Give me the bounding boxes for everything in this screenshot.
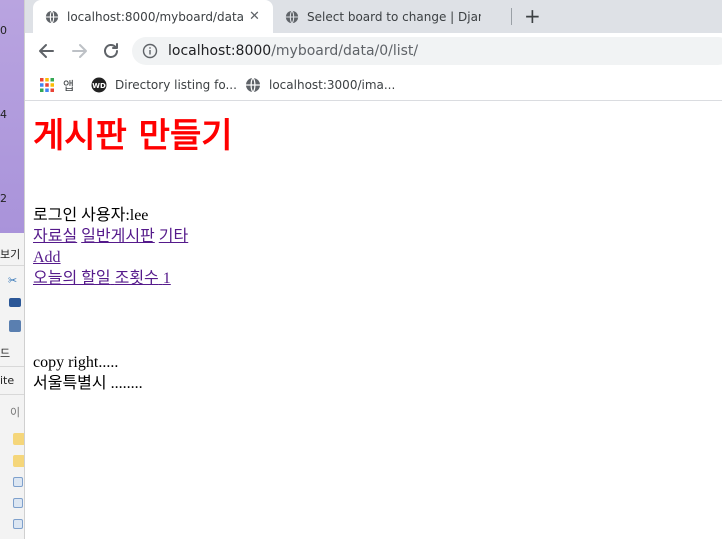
bookmark-label: localhost:3000/ima...	[269, 78, 396, 92]
add-link[interactable]: Add	[33, 249, 61, 266]
browser-toolbar: localhost:8000/myboard/data/0/list/	[25, 33, 722, 69]
footer-address: 서울특별시 ........	[33, 375, 143, 392]
back-arrow-icon[interactable]	[37, 41, 57, 61]
folder-icon[interactable]	[13, 455, 24, 467]
tab-strip: localhost:8000/myboard/data/0/ ✕ Select …	[25, 0, 722, 33]
divider	[0, 366, 24, 367]
bookmark-label: Directory listing fo...	[115, 78, 237, 92]
bookmarks-bar: 앱 WD Directory listing fo... localhost:3…	[25, 69, 722, 101]
post-views-label: 조횟수	[114, 270, 159, 287]
svg-text:WD: WD	[92, 82, 106, 90]
post-link[interactable]: 오늘의 할일 조횟수 1	[33, 270, 171, 287]
reload-icon[interactable]	[101, 41, 121, 61]
bookmark-localhost-3000[interactable]: localhost:3000/ima...	[245, 75, 395, 95]
background-glyph: 4	[0, 108, 7, 121]
address-bar[interactable]: localhost:8000/myboard/data/0/list/	[132, 37, 722, 65]
category-link-general[interactable]: 일반게시판	[81, 228, 155, 245]
file-icon[interactable]	[13, 477, 23, 487]
url-host: localhost:8000	[168, 43, 272, 59]
background-window-strip: 0 4 2 보기 ✂ 드 ite 이	[0, 0, 25, 539]
tab-active[interactable]: localhost:8000/myboard/data/0/ ✕	[33, 0, 273, 33]
background-label: ite	[0, 374, 15, 387]
tab-divider	[511, 8, 512, 25]
paste-icon[interactable]	[9, 320, 21, 332]
forward-arrow-icon[interactable]	[69, 41, 89, 61]
post-views: 1	[162, 270, 171, 287]
globe-icon	[45, 9, 59, 24]
background-glyph: 2	[0, 192, 7, 205]
background-label: 보기	[0, 248, 21, 261]
wd-icon: WD	[91, 77, 107, 93]
login-user: 로그인 사용자:lee	[33, 207, 149, 224]
tab-close-icon[interactable]: ✕	[249, 9, 260, 24]
new-tab-button[interactable]: +	[524, 5, 541, 27]
globe-icon	[285, 9, 299, 24]
footer-copyright: copy right.....	[33, 354, 119, 371]
tab-inactive[interactable]: Select board to change | Djang	[275, 0, 513, 33]
apps-grid-icon	[40, 78, 54, 92]
info-icon[interactable]	[142, 43, 158, 59]
background-label: 드	[0, 347, 11, 360]
bookmark-apps[interactable]: 앱	[39, 75, 74, 95]
browser-window: localhost:8000/myboard/data/0/ ✕ Select …	[25, 0, 722, 539]
page-content: 게시판 만들기 로그인 사용자:lee 자료실 일반게시판 기타 Add 오늘의…	[25, 102, 722, 539]
address-url: localhost:8000/myboard/data/0/list/	[168, 43, 418, 59]
divider	[0, 265, 24, 266]
category-link-etc[interactable]: 기타	[159, 228, 188, 245]
background-glyph: 0	[0, 24, 7, 37]
word-icon[interactable]	[9, 298, 21, 307]
background-label: 이	[10, 406, 21, 419]
post-row: 오늘의 할일 조횟수 1	[33, 268, 714, 289]
divider	[0, 394, 24, 395]
url-path: /myboard/data/0/list/	[271, 43, 419, 59]
tab-title: Select board to change | Djang	[307, 9, 481, 24]
page-title: 게시판 만들기	[33, 116, 233, 156]
bookmark-label: 앱	[63, 78, 75, 93]
category-link-data[interactable]: 자료실	[33, 228, 77, 245]
cut-icon[interactable]: ✂	[8, 274, 17, 287]
file-icon[interactable]	[13, 519, 23, 529]
globe-icon	[246, 77, 260, 93]
bookmark-directory-listing[interactable]: WD Directory listing fo...	[91, 75, 237, 95]
folder-icon[interactable]	[13, 433, 24, 445]
category-links: 자료실 일반게시판 기타	[33, 226, 714, 247]
tab-title: localhost:8000/myboard/data/0/	[67, 9, 243, 24]
post-title: 오늘의 할일	[33, 270, 111, 287]
file-icon[interactable]	[13, 498, 23, 508]
add-row: Add	[33, 247, 714, 268]
